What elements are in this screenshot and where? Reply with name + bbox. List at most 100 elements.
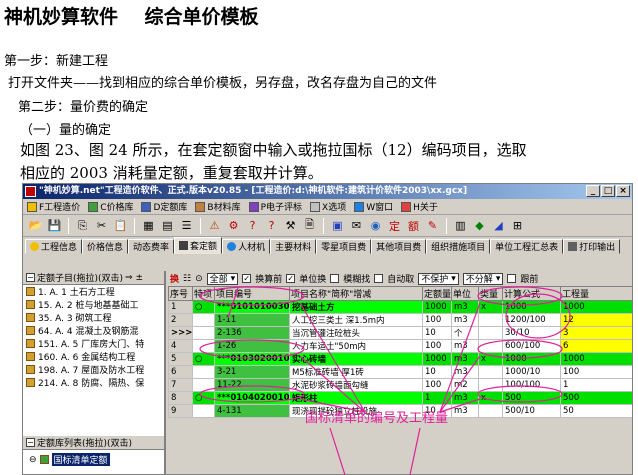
tab-main-material[interactable]: 主要材料 (270, 239, 317, 254)
table-row[interactable]: 1○***010101003001挖基础土方1000m3x10001000 (168, 300, 632, 314)
tree-item[interactable]: 160. A. 6 金属结构工程 (23, 350, 164, 363)
menu-cost[interactable]: F工程造价 (27, 200, 80, 213)
annotation-label: 国标清单的编号及工程量 (305, 411, 449, 426)
maximize-button[interactable]: □ (601, 185, 615, 197)
menu-quota-lib[interactable]: D定额库 (141, 200, 187, 213)
doc-icon[interactable]: ▥ (452, 217, 469, 234)
cut-icon[interactable]: ✂ (93, 217, 110, 234)
file-icon[interactable]: 🗎 (301, 217, 318, 234)
menu-material-lib[interactable]: B材料库 (195, 200, 241, 213)
smiley-icon (30, 242, 39, 251)
tree-item[interactable]: 35. A. 3 砌筑工程 (23, 311, 164, 324)
book-icon[interactable]: ▣ (329, 217, 346, 234)
copy-icon[interactable]: ⎘ (74, 217, 91, 234)
tool-icon[interactable]: ⚒ (282, 217, 299, 234)
col-header[interactable]: 类量 (478, 286, 503, 301)
tab-misc-items[interactable]: 零星项目费 (316, 239, 372, 254)
power-icon[interactable]: ◆ (471, 217, 488, 234)
table-row[interactable]: 8○***010402001001矩形柱1m3x500500 (168, 391, 632, 405)
tree-item[interactable]: 1. A. 1 土石方工程 (23, 285, 164, 298)
protect-select[interactable]: 不保护 ▾ (418, 272, 459, 285)
folder-icon (26, 339, 35, 348)
tab-apply-quota[interactable]: 套定额 (174, 237, 223, 254)
pin-icon[interactable]: ✎ (424, 217, 441, 234)
collapse-icon[interactable]: − (26, 273, 35, 282)
table-row[interactable]: 5○***010302001001实心砖墙1000m3x10001000 (168, 352, 632, 366)
grid-settings-icon[interactable]: ☷ (183, 274, 191, 284)
list-icon[interactable]: ☰ (178, 217, 195, 234)
table-icon[interactable]: ▦ (140, 217, 157, 234)
eye-icon[interactable]: ⊙ (195, 274, 203, 284)
tree-item[interactable]: 15. A. 2 桩与地基基础工 (23, 298, 164, 311)
tab-measures[interactable]: 组织措施项目 (426, 239, 491, 254)
globe-icon[interactable]: ◉ (367, 217, 384, 234)
print-icon[interactable]: ⚠ (206, 217, 223, 234)
calc-icon[interactable]: ? (263, 217, 280, 234)
cost-icon (27, 201, 37, 212)
window-titlebar[interactable]: "神机妙算.net"工程造价软件、正式.版本v20.85 - [工程造价:d:\… (23, 184, 632, 199)
table-header: 序号 特项 项目编号 项目名称"简称"增减 定额量 单位 类量 计算公式 工程量 (168, 286, 632, 301)
row-pointer: >>> (168, 326, 193, 340)
menu-window[interactable]: W窗口 (354, 200, 393, 213)
settings-icon[interactable]: ⚙ (225, 217, 242, 234)
help-icon[interactable]: ? (244, 217, 261, 234)
col-header[interactable]: 序号 (168, 286, 193, 301)
left-pane: − 定额子目(拖拉)(双击) ⇒ ± 1. A. 1 土石方工程 15. A. … (23, 271, 166, 474)
menu-bidding[interactable]: P电子评标 (248, 200, 302, 213)
tab-other-items[interactable]: 其他项目费 (371, 239, 427, 254)
printer-icon (568, 242, 578, 251)
tab-dynamic-rate[interactable]: 动态费率 (128, 239, 175, 254)
cross-checkbox[interactable] (507, 274, 517, 283)
col-header[interactable]: 特项 (192, 286, 215, 301)
tab-labor-material[interactable]: 人材机 (222, 239, 271, 254)
edit-icon[interactable]: 额 (405, 217, 422, 234)
paste-icon[interactable]: 📋 (112, 217, 129, 234)
convert-checkbox[interactable]: ✓ (242, 274, 252, 283)
expand-icon[interactable]: ⊖ (29, 455, 37, 465)
tab-price-info[interactable]: 价格信息 (82, 239, 129, 254)
col-header[interactable]: 定额量 (422, 286, 452, 301)
tab-summary[interactable]: 单位工程汇总表 (490, 239, 564, 254)
exit-icon[interactable]: ⊞ (509, 217, 526, 234)
col-header[interactable]: 单位 (451, 286, 479, 301)
table-row[interactable]: 2 1-11 人工挖三类土 深1.5m内 100 m3 1200/100 12 (168, 313, 632, 327)
menu-about[interactable]: H关于 (401, 200, 438, 213)
collapse-icon[interactable]: − (26, 438, 35, 447)
close-button[interactable]: × (616, 185, 630, 197)
step-two-heading: 第二步：量价费的确定 (18, 100, 149, 115)
open-icon[interactable]: 📂 (27, 217, 44, 234)
table-row[interactable]: 6 3-21 M5标准砖墙 厚1砖 10 m3 1000/10 100 (168, 365, 632, 379)
tab-print[interactable]: 打印输出 (563, 239, 621, 254)
tab-project-info[interactable]: 工程信息 (25, 239, 83, 254)
filter-select[interactable]: 全部 ▾ (206, 272, 239, 285)
menu-options[interactable]: X选项 (310, 200, 346, 213)
split-select[interactable]: 不分解 ▾ (462, 272, 504, 285)
tree-item[interactable]: 64. A. 4 混凝土及钢筋混 (23, 324, 164, 337)
arrow-right-icon[interactable]: ⇒ ± (125, 273, 143, 283)
tree-item[interactable]: 198. A. 7 屋面及防水工程 (23, 363, 164, 376)
chart-icon[interactable]: ◢ (490, 217, 507, 234)
col-header[interactable]: 工程量 (560, 286, 632, 301)
swap-icon[interactable]: 换 (170, 272, 179, 285)
col-header[interactable]: 项目编号 (214, 286, 290, 301)
tree-item[interactable]: 151. A. 5 厂库房大门、特 (23, 337, 164, 350)
table-row[interactable]: 4 1-26 人力车运土"50m内 100 m3 600/100 6 (168, 339, 632, 353)
save-icon[interactable]: 💾 (46, 217, 63, 234)
auto-checkbox[interactable] (374, 274, 384, 283)
grid-icon[interactable]: ▤ (159, 217, 176, 234)
col-header[interactable]: 计算公式 (502, 286, 561, 301)
quota-library-item[interactable]: ⊖ 国标清单定额 (23, 453, 164, 466)
grid-toolbar: 换 ☷ ⊙ 全部 ▾ ✓ 换算前 ✓ 单位换 模糊找 自动取 不保护 ▾ 不分解 ▾ 跟前 (170, 272, 539, 285)
table-row[interactable]: >>> 2-136 当沉管灌注砼桩头 10 个 30/10 3 (168, 326, 632, 340)
col-header[interactable]: 项目名称"简称"增减 (289, 286, 423, 301)
quota-tree-header: − 定额子目(拖拉)(双击) ⇒ ± (23, 271, 164, 285)
tree-item[interactable]: 214. A. 8 防腐、隔热、保 (23, 376, 164, 389)
fuzzy-checkbox[interactable] (330, 274, 340, 283)
table-row[interactable]: 7 11-22 水泥砂浆砖墙面勾缝 100 m2 100/100 1 (168, 378, 632, 392)
step-one-detail: 打开文件夹——找到相应的综合单价模板，另存盘，改名存盘为自己的文件 (8, 76, 438, 91)
mail-icon[interactable]: ✉ (348, 217, 365, 234)
stamp-icon[interactable]: 定 (386, 217, 403, 234)
unit-checkbox[interactable]: ✓ (286, 274, 296, 283)
menu-price-lib[interactable]: C价格库 (88, 200, 133, 213)
minimize-button[interactable]: _ (586, 185, 600, 197)
